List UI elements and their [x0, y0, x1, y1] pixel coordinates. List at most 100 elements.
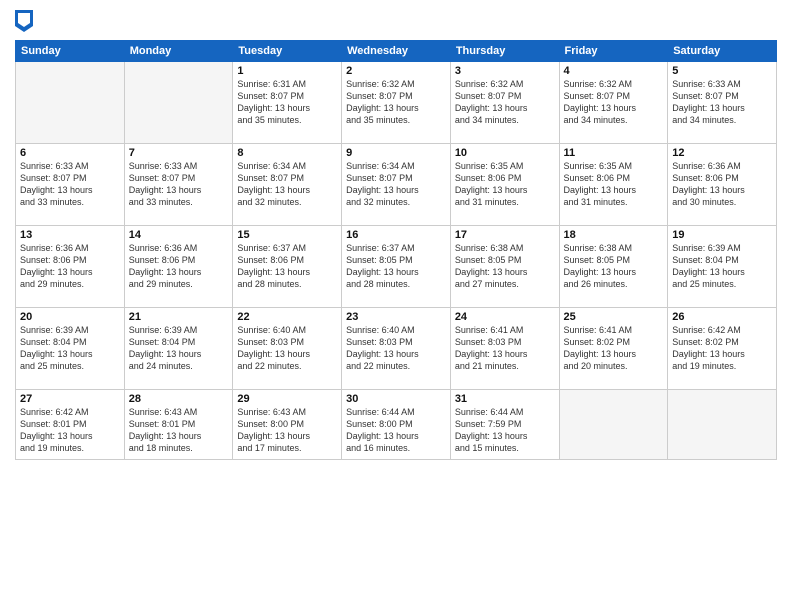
day-number: 19: [672, 229, 772, 241]
day-number: 3: [455, 65, 555, 77]
calendar-cell: 31Sunrise: 6:44 AM Sunset: 7:59 PM Dayli…: [450, 390, 559, 460]
logo-icon: [15, 10, 33, 32]
calendar-cell: 8Sunrise: 6:34 AM Sunset: 8:07 PM Daylig…: [233, 144, 342, 226]
calendar-cell: 20Sunrise: 6:39 AM Sunset: 8:04 PM Dayli…: [16, 308, 125, 390]
day-info: Sunrise: 6:31 AM Sunset: 8:07 PM Dayligh…: [237, 78, 337, 127]
day-info: Sunrise: 6:39 AM Sunset: 8:04 PM Dayligh…: [129, 324, 229, 373]
day-info: Sunrise: 6:32 AM Sunset: 8:07 PM Dayligh…: [564, 78, 664, 127]
day-info: Sunrise: 6:33 AM Sunset: 8:07 PM Dayligh…: [129, 160, 229, 209]
calendar-cell: 15Sunrise: 6:37 AM Sunset: 8:06 PM Dayli…: [233, 226, 342, 308]
logo: [15, 10, 36, 32]
day-number: 15: [237, 229, 337, 241]
calendar-cell: 10Sunrise: 6:35 AM Sunset: 8:06 PM Dayli…: [450, 144, 559, 226]
calendar-cell: 6Sunrise: 6:33 AM Sunset: 8:07 PM Daylig…: [16, 144, 125, 226]
day-number: 17: [455, 229, 555, 241]
day-info: Sunrise: 6:41 AM Sunset: 8:02 PM Dayligh…: [564, 324, 664, 373]
calendar-cell: [559, 390, 668, 460]
calendar-cell: 3Sunrise: 6:32 AM Sunset: 8:07 PM Daylig…: [450, 62, 559, 144]
day-number: 20: [20, 311, 120, 323]
calendar-cell: [16, 62, 125, 144]
day-info: Sunrise: 6:36 AM Sunset: 8:06 PM Dayligh…: [20, 242, 120, 291]
calendar-cell: 5Sunrise: 6:33 AM Sunset: 8:07 PM Daylig…: [668, 62, 777, 144]
calendar-week-row: 1Sunrise: 6:31 AM Sunset: 8:07 PM Daylig…: [16, 62, 777, 144]
calendar-week-row: 27Sunrise: 6:42 AM Sunset: 8:01 PM Dayli…: [16, 390, 777, 460]
calendar-table: SundayMondayTuesdayWednesdayThursdayFrid…: [15, 40, 777, 460]
day-number: 24: [455, 311, 555, 323]
day-info: Sunrise: 6:43 AM Sunset: 8:01 PM Dayligh…: [129, 406, 229, 455]
calendar-cell: 24Sunrise: 6:41 AM Sunset: 8:03 PM Dayli…: [450, 308, 559, 390]
day-number: 4: [564, 65, 664, 77]
calendar-cell: 11Sunrise: 6:35 AM Sunset: 8:06 PM Dayli…: [559, 144, 668, 226]
day-info: Sunrise: 6:44 AM Sunset: 7:59 PM Dayligh…: [455, 406, 555, 455]
day-number: 25: [564, 311, 664, 323]
calendar-cell: [124, 62, 233, 144]
day-number: 29: [237, 393, 337, 405]
day-info: Sunrise: 6:39 AM Sunset: 8:04 PM Dayligh…: [672, 242, 772, 291]
weekday-header: Tuesday: [233, 41, 342, 62]
day-number: 27: [20, 393, 120, 405]
day-number: 10: [455, 147, 555, 159]
day-number: 31: [455, 393, 555, 405]
day-info: Sunrise: 6:32 AM Sunset: 8:07 PM Dayligh…: [346, 78, 446, 127]
day-number: 28: [129, 393, 229, 405]
day-info: Sunrise: 6:39 AM Sunset: 8:04 PM Dayligh…: [20, 324, 120, 373]
header: [15, 10, 777, 32]
day-number: 5: [672, 65, 772, 77]
calendar-cell: 9Sunrise: 6:34 AM Sunset: 8:07 PM Daylig…: [342, 144, 451, 226]
calendar-cell: 2Sunrise: 6:32 AM Sunset: 8:07 PM Daylig…: [342, 62, 451, 144]
calendar-cell: 26Sunrise: 6:42 AM Sunset: 8:02 PM Dayli…: [668, 308, 777, 390]
calendar-cell: [668, 390, 777, 460]
day-info: Sunrise: 6:40 AM Sunset: 8:03 PM Dayligh…: [237, 324, 337, 373]
calendar-cell: 25Sunrise: 6:41 AM Sunset: 8:02 PM Dayli…: [559, 308, 668, 390]
day-number: 21: [129, 311, 229, 323]
day-info: Sunrise: 6:33 AM Sunset: 8:07 PM Dayligh…: [672, 78, 772, 127]
day-number: 9: [346, 147, 446, 159]
calendar-week-row: 13Sunrise: 6:36 AM Sunset: 8:06 PM Dayli…: [16, 226, 777, 308]
calendar-cell: 29Sunrise: 6:43 AM Sunset: 8:00 PM Dayli…: [233, 390, 342, 460]
calendar-cell: 4Sunrise: 6:32 AM Sunset: 8:07 PM Daylig…: [559, 62, 668, 144]
day-number: 30: [346, 393, 446, 405]
calendar-cell: 14Sunrise: 6:36 AM Sunset: 8:06 PM Dayli…: [124, 226, 233, 308]
calendar-cell: 22Sunrise: 6:40 AM Sunset: 8:03 PM Dayli…: [233, 308, 342, 390]
weekday-header: Saturday: [668, 41, 777, 62]
day-info: Sunrise: 6:32 AM Sunset: 8:07 PM Dayligh…: [455, 78, 555, 127]
day-info: Sunrise: 6:42 AM Sunset: 8:02 PM Dayligh…: [672, 324, 772, 373]
calendar-cell: 12Sunrise: 6:36 AM Sunset: 8:06 PM Dayli…: [668, 144, 777, 226]
day-info: Sunrise: 6:34 AM Sunset: 8:07 PM Dayligh…: [346, 160, 446, 209]
weekday-header: Sunday: [16, 41, 125, 62]
calendar-cell: 18Sunrise: 6:38 AM Sunset: 8:05 PM Dayli…: [559, 226, 668, 308]
day-number: 12: [672, 147, 772, 159]
weekday-header: Monday: [124, 41, 233, 62]
day-number: 13: [20, 229, 120, 241]
calendar-cell: 28Sunrise: 6:43 AM Sunset: 8:01 PM Dayli…: [124, 390, 233, 460]
day-info: Sunrise: 6:38 AM Sunset: 8:05 PM Dayligh…: [564, 242, 664, 291]
calendar-cell: 17Sunrise: 6:38 AM Sunset: 8:05 PM Dayli…: [450, 226, 559, 308]
day-number: 26: [672, 311, 772, 323]
day-info: Sunrise: 6:44 AM Sunset: 8:00 PM Dayligh…: [346, 406, 446, 455]
day-info: Sunrise: 6:38 AM Sunset: 8:05 PM Dayligh…: [455, 242, 555, 291]
day-info: Sunrise: 6:35 AM Sunset: 8:06 PM Dayligh…: [455, 160, 555, 209]
day-info: Sunrise: 6:35 AM Sunset: 8:06 PM Dayligh…: [564, 160, 664, 209]
day-info: Sunrise: 6:36 AM Sunset: 8:06 PM Dayligh…: [129, 242, 229, 291]
weekday-header: Wednesday: [342, 41, 451, 62]
weekday-header-row: SundayMondayTuesdayWednesdayThursdayFrid…: [16, 41, 777, 62]
day-number: 22: [237, 311, 337, 323]
day-number: 8: [237, 147, 337, 159]
day-number: 18: [564, 229, 664, 241]
day-info: Sunrise: 6:36 AM Sunset: 8:06 PM Dayligh…: [672, 160, 772, 209]
calendar-cell: 19Sunrise: 6:39 AM Sunset: 8:04 PM Dayli…: [668, 226, 777, 308]
day-info: Sunrise: 6:34 AM Sunset: 8:07 PM Dayligh…: [237, 160, 337, 209]
calendar-cell: 21Sunrise: 6:39 AM Sunset: 8:04 PM Dayli…: [124, 308, 233, 390]
day-number: 23: [346, 311, 446, 323]
day-info: Sunrise: 6:42 AM Sunset: 8:01 PM Dayligh…: [20, 406, 120, 455]
day-number: 1: [237, 65, 337, 77]
day-number: 2: [346, 65, 446, 77]
day-number: 6: [20, 147, 120, 159]
day-number: 7: [129, 147, 229, 159]
day-info: Sunrise: 6:43 AM Sunset: 8:00 PM Dayligh…: [237, 406, 337, 455]
weekday-header: Friday: [559, 41, 668, 62]
calendar-week-row: 20Sunrise: 6:39 AM Sunset: 8:04 PM Dayli…: [16, 308, 777, 390]
day-number: 16: [346, 229, 446, 241]
calendar-page: SundayMondayTuesdayWednesdayThursdayFrid…: [0, 0, 792, 612]
day-info: Sunrise: 6:37 AM Sunset: 8:06 PM Dayligh…: [237, 242, 337, 291]
